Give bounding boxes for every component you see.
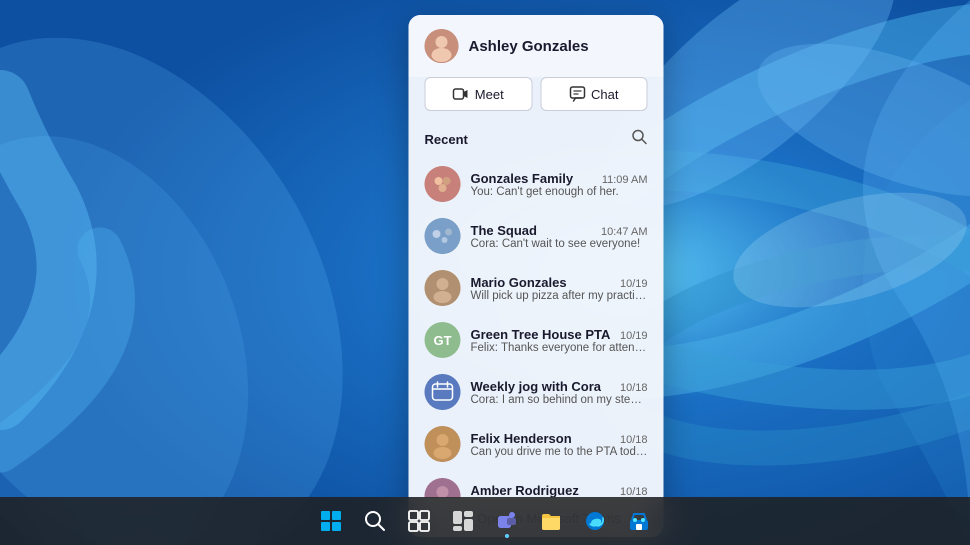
conversation-name: Mario Gonzales [471,275,567,290]
conversation-content: Amber Rodriguez 10/18 That is awesome! L… [471,483,648,499]
conversation-content: Felix Henderson 10/18 Can you drive me t… [471,431,648,458]
conversation-preview: Cora: Can't wait to see everyone! [471,238,648,250]
conversation-name: The Squad [471,223,537,238]
conversation-content: The Squad 10:47 AM Cora: Can't wait to s… [471,223,648,250]
avatar [425,478,461,498]
list-item[interactable]: Mario Gonzales 10/19 Will pick up pizza … [409,262,664,314]
conversation-time: 10/18 [620,486,648,498]
action-buttons: Meet Chat [409,77,664,123]
conversation-content: Mario Gonzales 10/19 Will pick up pizza … [471,275,648,302]
store-button[interactable] [619,501,659,541]
conversation-time: 10:47 AM [601,226,647,238]
list-item[interactable]: Felix Henderson 10/18 Can you drive me t… [409,418,664,470]
conversation-preview: You: Can't get enough of her. [471,186,648,198]
recent-label: Recent [425,132,468,147]
user-name: Ashley Gonzales [469,38,589,55]
conversation-name: Amber Rodriguez [471,483,579,498]
conversation-preview: Felix: Thanks everyone for attending tod… [471,342,648,354]
video-icon [453,86,469,102]
store-icon [628,510,650,532]
teams-taskbar-button[interactable] [487,501,527,541]
conversation-preview: Cora: I am so behind on my step goals [471,394,648,406]
taskbar [0,497,970,545]
search-recent-button[interactable] [632,129,648,150]
conversation-name: Felix Henderson [471,431,572,446]
edge-button[interactable] [575,501,615,541]
start-button[interactable] [311,501,351,541]
conversation-content: Gonzales Family 11:09 AM You: Can't get … [471,171,648,198]
search-icon [364,510,386,532]
user-avatar [425,29,459,63]
avatar [425,218,461,254]
conversation-time: 10/19 [620,330,648,342]
teams-taskbar-icon [495,509,519,533]
list-item[interactable]: GT Green Tree House PTA 10/19 Felix: Tha… [409,314,664,366]
avatar [425,270,461,306]
avatar [425,374,461,410]
conversation-name: Gonzales Family [471,171,574,186]
panel-header: Ashley Gonzales [409,15,664,77]
conversation-time: 11:09 AM [602,174,648,186]
conversation-name: Green Tree House PTA [471,327,611,342]
conversation-content: Weekly jog with Cora 10/18 Cora: I am so… [471,379,648,406]
windows-icon [320,510,342,532]
folder-icon [540,510,562,532]
list-item[interactable]: The Squad 10:47 AM Cora: Can't wait to s… [409,210,664,262]
conversation-list: Gonzales Family 11:09 AM You: Can't get … [409,158,664,498]
conversation-time: 10/18 [620,434,648,446]
search-button[interactable] [355,501,395,541]
conversation-content: Green Tree House PTA 10/19 Felix: Thanks… [471,327,648,354]
conversation-time: 10/18 [620,382,648,394]
conversation-preview: Will pick up pizza after my practice. [471,290,648,302]
conversation-time: 10/19 [620,278,648,290]
conversation-name: Weekly jog with Cora [471,379,602,394]
conversation-preview: Can you drive me to the PTA today? [471,446,648,458]
file-explorer-button[interactable] [531,501,571,541]
avatar: GT [425,322,461,358]
avatar [425,166,461,202]
chat-button[interactable]: Chat [540,77,648,111]
task-view-button[interactable] [399,501,439,541]
chat-panel: Ashley Gonzales Meet Chat Recent [409,15,664,537]
widgets-icon [452,510,474,532]
chat-icon [569,86,585,102]
list-item[interactable]: Weekly jog with Cora 10/18 Cora: I am so… [409,366,664,418]
avatar [425,426,461,462]
task-view-icon [408,510,430,532]
meet-button[interactable]: Meet [425,77,533,111]
list-item[interactable]: Gonzales Family 11:09 AM You: Can't get … [409,158,664,210]
list-item[interactable]: Amber Rodriguez 10/18 That is awesome! L… [409,470,664,498]
edge-icon [584,510,606,532]
recent-section-header: Recent [409,123,664,158]
widgets-button[interactable] [443,501,483,541]
